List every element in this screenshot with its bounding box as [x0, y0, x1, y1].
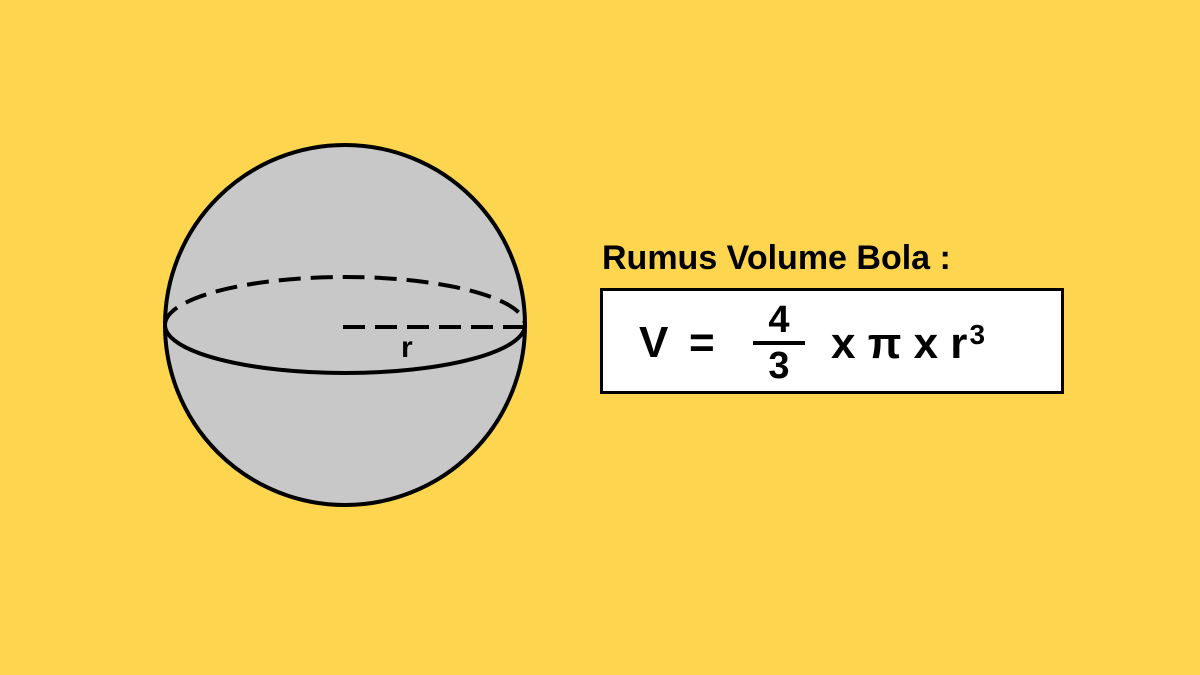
formula-expression: V = 4 3 x π x r3 [603, 291, 1061, 391]
formula-exponent: 3 [969, 319, 986, 350]
radius-label: r [401, 331, 413, 364]
fraction-numerator: 4 [768, 299, 790, 341]
fraction-denominator: 3 [768, 345, 790, 387]
formula-terms: x π x r3 [831, 319, 986, 368]
formula-variable: V [639, 318, 669, 367]
formula-fraction: 4 3 [751, 299, 807, 385]
formula-equals-sign: = [689, 318, 715, 367]
formula-title: Rumus Volume Bola : [602, 239, 951, 277]
formula-product-terms: x π x r [831, 319, 968, 368]
formula-box: V = 4 3 x π x r3 [600, 288, 1064, 394]
